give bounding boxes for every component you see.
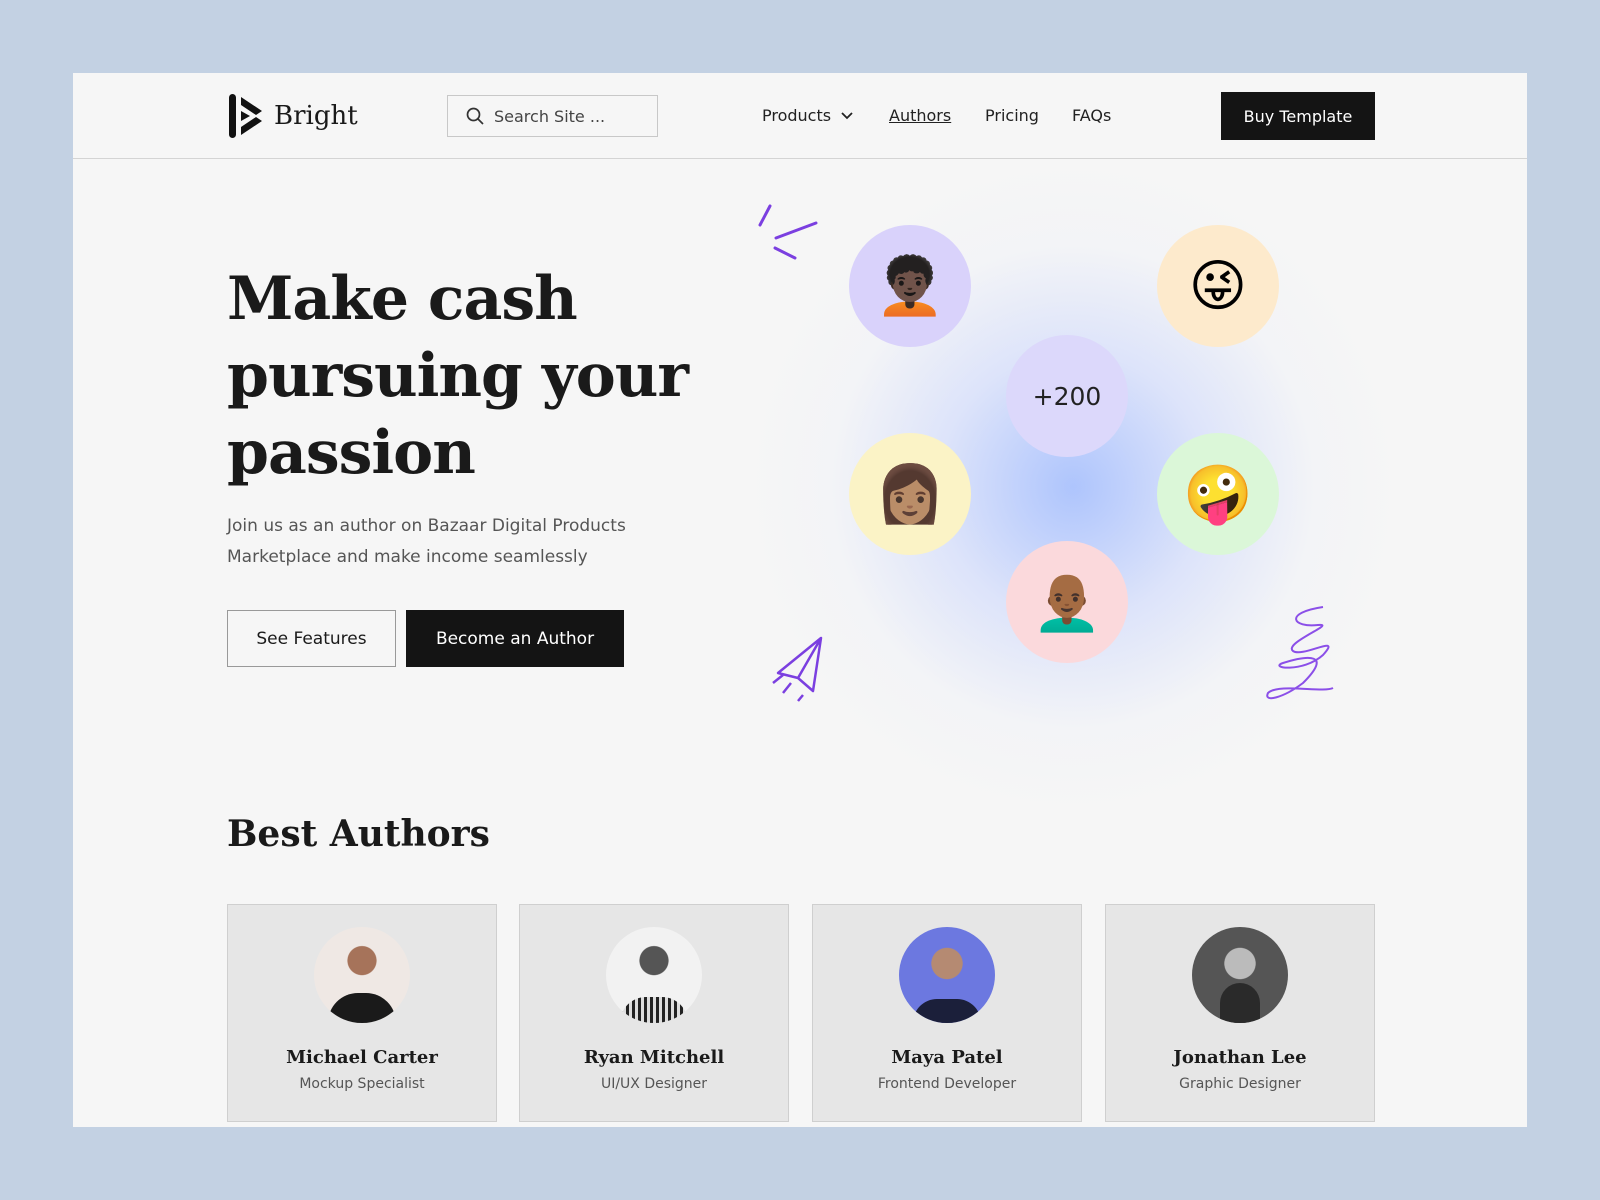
author-name: Ryan Mitchell [583, 1047, 725, 1068]
author-role: UI/UX Designer [600, 1076, 708, 1092]
author-avatar-memoji: 🧑🏿‍🦱 [849, 225, 971, 347]
logo-icon [229, 94, 262, 138]
sparkle-doodle-icon [758, 204, 818, 260]
memoji-icon: 👨🏾‍🦲 [1032, 570, 1102, 635]
scribble-doodle-icon [1266, 606, 1334, 700]
search-icon [466, 107, 484, 125]
author-card[interactable]: Jonathan Lee Graphic Designer [1105, 904, 1375, 1122]
author-card[interactable]: Maya Patel Frontend Developer [812, 904, 1082, 1122]
author-photo [1192, 927, 1288, 1023]
author-name: Maya Patel [891, 1047, 1003, 1068]
author-name: Michael Carter [286, 1047, 438, 1068]
memoji-icon: 👩🏽 [875, 462, 945, 527]
nav-products-label: Products [762, 106, 832, 125]
best-authors-heading: Best Authors [227, 813, 490, 855]
author-role: Mockup Specialist [299, 1076, 425, 1092]
memoji-icon: 😜 [1188, 253, 1248, 319]
brand-name: Bright [274, 101, 358, 131]
become-author-button[interactable]: Become an Author [406, 610, 624, 667]
nav-pricing[interactable]: Pricing [985, 106, 1039, 125]
buy-template-button[interactable]: Buy Template [1221, 92, 1375, 140]
hero-subtitle: Join us as an author on Bazaar Digital P… [227, 516, 626, 567]
see-features-button[interactable]: See Features [227, 610, 396, 667]
author-photo [314, 927, 410, 1023]
paper-plane-icon [772, 636, 823, 702]
hero-title: Make cash pursuing your passion [227, 264, 689, 488]
author-count-badge: +200 [1006, 335, 1128, 457]
chevron-down-icon [841, 111, 853, 119]
author-name: Jonathan Lee [1173, 1047, 1307, 1068]
memoji-icon: 🤪 [1183, 462, 1253, 527]
author-avatar-memoji: 👩🏽 [849, 433, 971, 555]
top-nav: Bright Search Site ... Products Authors … [73, 73, 1527, 159]
author-avatar-memoji: 👨🏾‍🦲 [1006, 541, 1128, 663]
author-card[interactable]: Ryan Mitchell UI/UX Designer [519, 904, 789, 1122]
author-role: Frontend Developer [877, 1076, 1017, 1092]
page: Bright Search Site ... Products Authors … [73, 73, 1527, 1127]
author-role: Graphic Designer [1179, 1076, 1301, 1092]
memoji-icon: 🧑🏿‍🦱 [875, 254, 945, 319]
author-card[interactable]: Michael Carter Mockup Specialist [227, 904, 497, 1122]
nav-products[interactable]: Products [762, 106, 853, 125]
nav-faqs[interactable]: FAQs [1072, 106, 1111, 125]
search-input[interactable]: Search Site ... [447, 95, 658, 137]
author-photo [606, 927, 702, 1023]
brand-logo[interactable]: Bright [228, 93, 358, 139]
author-avatar-memoji: 🤪 [1157, 433, 1279, 555]
author-photo [899, 927, 995, 1023]
search-placeholder: Search Site ... [494, 106, 606, 126]
nav-authors[interactable]: Authors [889, 106, 951, 125]
author-avatar-memoji: 😜 [1157, 225, 1279, 347]
